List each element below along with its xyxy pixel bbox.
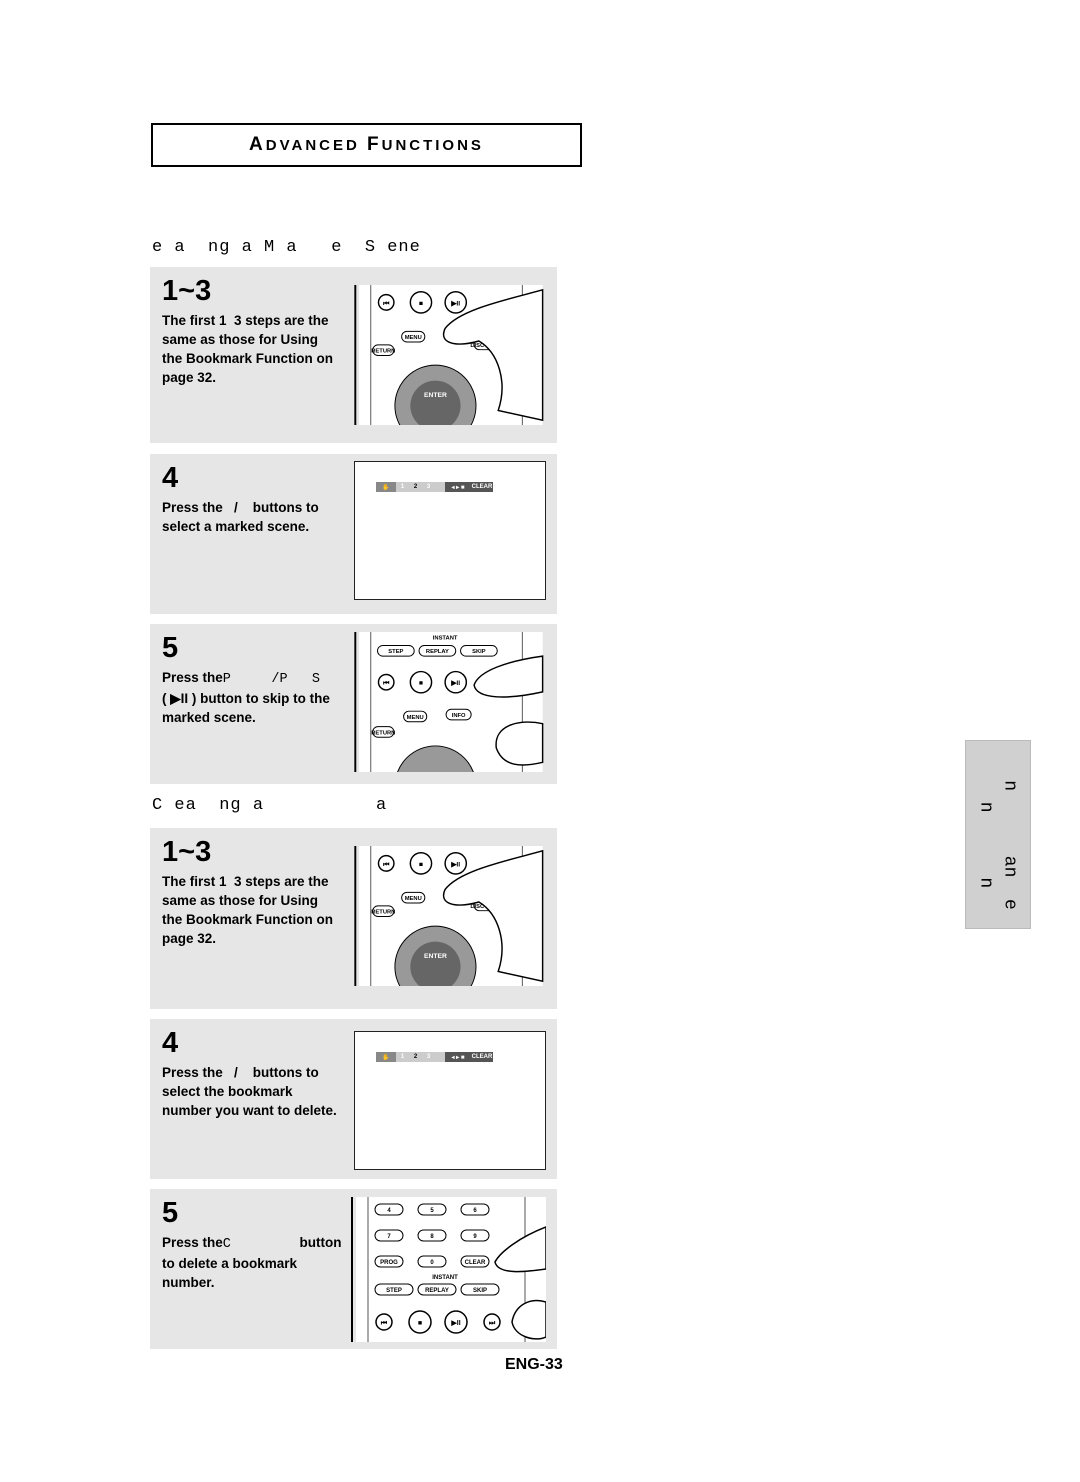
svg-text:■: ■ [419, 680, 423, 687]
tv-screen: ✋ 1 2 3 ◂ ▸ ■ CLEAR [354, 461, 546, 600]
bookmark-slot: 2 [409, 482, 422, 492]
instant-label: INSTANT [433, 636, 458, 642]
bookmark-osd: ✋ 1 2 3 ◂ ▸ ■ CLEAR [376, 1052, 493, 1062]
section-title-playing: e a ng a M a e S ene [152, 238, 421, 257]
svg-text:▶II: ▶II [450, 1320, 460, 1327]
tv-screen: ✋ 1 2 3 ◂ ▸ ■ CLEAR [354, 1031, 546, 1170]
step-number: 5 [162, 632, 179, 664]
step-number: 4 [162, 1027, 179, 1059]
remote-illustration: 4 5 67 8 90PROG CLEARINSTANTSTEP REPLAY SKIP⏮ ■ ▶… [351, 1197, 546, 1342]
finger-illustration [495, 721, 544, 766]
manual-page: A DVANCED F UNCTIONS e a ng a M a e S ene … [0, 0, 1080, 1482]
spacer [435, 1052, 445, 1062]
page-number: ENG-33 [505, 1356, 563, 1373]
bookmark-osd: ✋ 1 2 3 ◂ ▸ ■ CLEAR [376, 482, 493, 492]
svg-text:⏭: ⏭ [489, 1320, 496, 1327]
side-tab-label: n an e n n [974, 752, 1022, 939]
enter-label: ENTER [424, 953, 447, 960]
chapter-header: A DVANCED F UNCTIONS [151, 123, 582, 167]
clear-button-label: CLEAR [465, 1260, 486, 1266]
replay-button-label: REPLAY [426, 649, 449, 655]
svg-text:■: ■ [418, 1320, 422, 1327]
side-tab-line: n n [975, 801, 996, 889]
bookmark-slot: 3 [422, 482, 435, 492]
remote-illustration: INSTANT STEP REPLAY SKIP ⏮ ■ ▶II MENU INFO RETURN [354, 632, 544, 772]
step-text: Press theC button to delete a bookmark n… [162, 1233, 342, 1292]
menu-button-label: MENU [407, 715, 424, 721]
remote-illustration: ⏮■▶IIMENURETURNDISC MENUENTER [354, 846, 544, 986]
spacer [435, 482, 445, 492]
instant-label: INSTANT [432, 1275, 458, 1281]
header-text: UNCTIONS [381, 136, 484, 154]
skip-button-label: SKIP [473, 1288, 487, 1294]
info-button-label: INFO [452, 713, 466, 719]
step-number: 5 [162, 1197, 179, 1229]
step-button-label: STEP [388, 649, 403, 655]
svg-text:▶II: ▶II [450, 680, 460, 687]
step-panel: 1~3 The first 1 3 steps are the same as … [150, 828, 557, 1009]
step-panel: 1~3 The first 1 3 steps are the same as … [150, 267, 557, 443]
step-text: Press the / buttons to select a marked s… [162, 500, 323, 534]
svg-text:⏮: ⏮ [383, 680, 389, 687]
header-text: DVANCED [265, 136, 360, 154]
replay-button-label: REPLAY [425, 1288, 449, 1294]
step-panel: 5 Press theP /P S ( ▶II ) button to skip… [150, 624, 557, 784]
nav-arrows: ◂ ▸ ■ [445, 1052, 471, 1062]
step-panel: 4 Press the / buttons to select a marked… [150, 454, 557, 614]
bookmark-slot: 3 [422, 1052, 435, 1062]
bookmark-slot: 1 [396, 1052, 409, 1062]
prog-button-label: PROG [380, 1260, 398, 1266]
step-text: Press theP /P S ( ▶II ) button to skip t… [162, 668, 342, 727]
text: ( ▶II ) button to skip to the marked sce… [162, 691, 330, 725]
button-name: P /P S [222, 672, 321, 687]
return-button-label: RETURN [371, 349, 395, 355]
svg-text:■: ■ [419, 861, 423, 868]
header-letter: F [367, 134, 382, 155]
text: Press the [162, 670, 223, 685]
menu-button-label: MENU [405, 896, 422, 902]
enter-label: ENTER [424, 392, 447, 399]
svg-text:⏮: ⏮ [381, 1320, 388, 1327]
bookmark-icon: ✋ [376, 482, 396, 492]
side-tab: n an e n n [965, 740, 1031, 929]
remote-illustration: ⏮■▶IIMENURETURNDISC MENUENTER [354, 285, 544, 425]
return-button-label: RETURN [371, 730, 395, 736]
nav-arrows: ◂ ▸ ■ [445, 482, 471, 492]
step-number: 4 [162, 462, 179, 494]
step-number: 1~3 [162, 836, 212, 868]
step-panel: 5 Press theC button to delete a bookmark… [150, 1189, 557, 1349]
button-name: C [222, 1237, 296, 1252]
bookmark-icon: ✋ [376, 1052, 396, 1062]
bookmark-slot: 2 [409, 1052, 422, 1062]
header-letter: A [249, 134, 266, 155]
svg-text:▶II: ▶II [450, 300, 460, 307]
side-tab-line: n an e [999, 780, 1020, 910]
return-button-label: RETURN [371, 910, 395, 916]
bookmark-slot: 1 [396, 482, 409, 492]
step-text: The first 1 3 steps are the same as thos… [162, 874, 337, 946]
svg-text:▶II: ▶II [450, 861, 460, 868]
step-panel: 4 Press the / buttons to select the book… [150, 1019, 557, 1179]
text: Press the [162, 1235, 223, 1250]
step-text: Press the / buttons to select the bookma… [162, 1065, 337, 1118]
svg-text:⏮: ⏮ [383, 861, 389, 868]
svg-text:■: ■ [419, 300, 423, 307]
step-button-label: STEP [386, 1288, 402, 1294]
step-text: The first 1 3 steps are the same as thos… [162, 313, 337, 385]
menu-button-label: MENU [405, 335, 422, 341]
clear-label: CLEAR [471, 1052, 493, 1062]
step-number: 1~3 [162, 275, 212, 307]
svg-text:⏮: ⏮ [383, 300, 389, 307]
section-title-clearing: C ea ng a a [152, 796, 388, 815]
clear-label: CLEAR [471, 482, 493, 492]
skip-button-label: SKIP [472, 649, 486, 655]
